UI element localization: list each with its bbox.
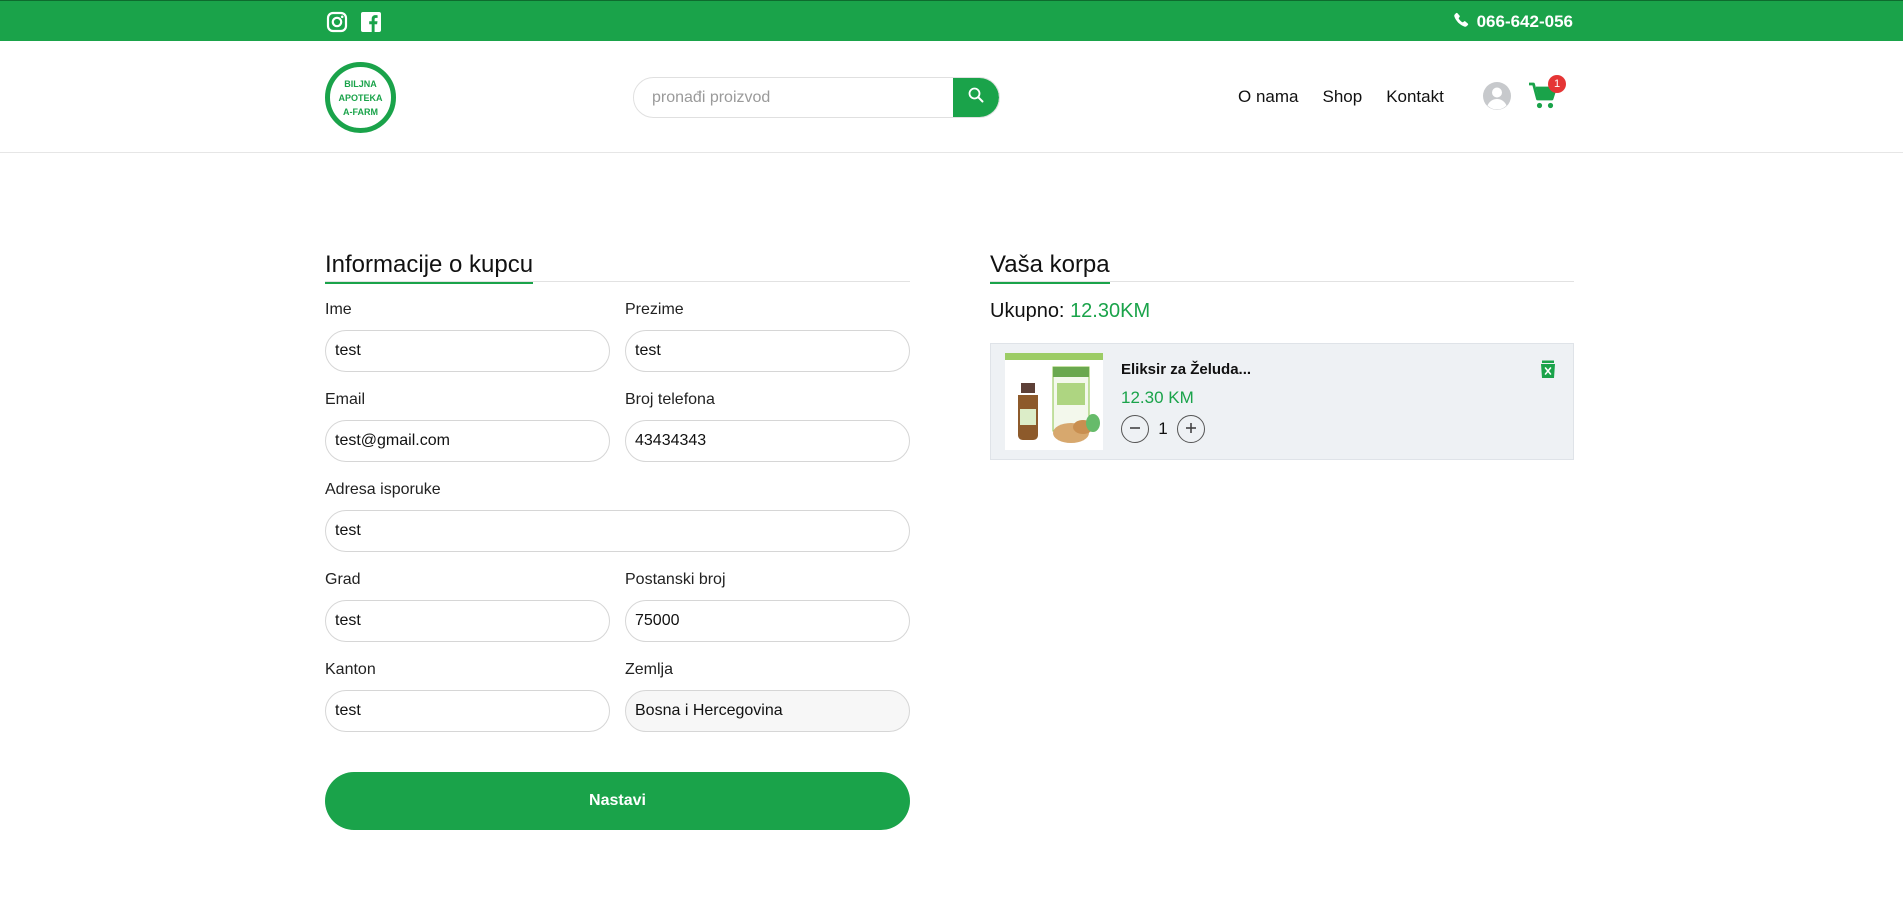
- prezime-field[interactable]: [625, 330, 910, 372]
- social-links: [326, 11, 382, 33]
- adresa-label: Adresa isporuke: [325, 481, 441, 498]
- ime-field[interactable]: [325, 330, 610, 372]
- cart-section-title: Vaša korpa: [990, 251, 1110, 284]
- search-input[interactable]: [634, 78, 954, 117]
- top-bar: 066-642-056: [0, 0, 1903, 41]
- postanski-label: Postanski broj: [625, 571, 726, 588]
- phone-number: 066-642-056: [1476, 12, 1573, 31]
- zemlja-label: Zemlja: [625, 661, 674, 678]
- nastavi-button[interactable]: Nastavi: [325, 772, 910, 830]
- search-button[interactable]: [953, 78, 999, 117]
- logo-line-1: BILJNA: [344, 78, 377, 89]
- nav-shop[interactable]: Shop: [1322, 87, 1362, 107]
- quantity-stepper: 1: [1121, 415, 1205, 443]
- minus-icon: [1128, 419, 1142, 439]
- product-price: 12.30 KM: [1121, 388, 1194, 407]
- zemlja-select[interactable]: Bosna i Hercegovina: [625, 690, 910, 732]
- logo-line-3: A-FARM: [343, 106, 378, 117]
- increase-quantity-button[interactable]: [1177, 415, 1205, 443]
- adresa-field[interactable]: [325, 510, 910, 552]
- ime-label: Ime: [325, 301, 352, 318]
- cart-item: Eliksir za Želuda... 12.30 KM 1: [990, 343, 1574, 460]
- grad-label: Grad: [325, 571, 361, 588]
- cart-count-badge: 1: [1548, 75, 1566, 93]
- site-logo[interactable]: BILJNA APOTEKA A-FARM: [325, 62, 396, 133]
- kanton-field[interactable]: [325, 690, 610, 732]
- cart-total: Ukupno: 12.30KM: [990, 300, 1150, 323]
- nav-o-nama[interactable]: O nama: [1238, 87, 1298, 107]
- logo-line-2: APOTEKA: [338, 92, 383, 103]
- form-title-text: Informacije o kupcu: [325, 251, 534, 284]
- nav-kontakt[interactable]: Kontakt: [1386, 87, 1444, 107]
- form-section-title: Informacije o kupcu: [325, 251, 534, 284]
- prezime-label: Prezime: [625, 301, 684, 318]
- postanski-field[interactable]: [625, 600, 910, 642]
- decrease-quantity-button[interactable]: [1121, 415, 1149, 443]
- phone-icon: [1453, 12, 1469, 32]
- instagram-icon[interactable]: [326, 11, 348, 33]
- kanton-label: Kanton: [325, 661, 376, 678]
- grad-field[interactable]: [325, 600, 610, 642]
- facebook-icon[interactable]: [360, 11, 382, 33]
- remove-item-icon[interactable]: [1539, 360, 1557, 379]
- search-bar: [633, 77, 1000, 118]
- product-name[interactable]: Eliksir za Želuda...: [1121, 361, 1251, 378]
- site-header: BILJNA APOTEKA A-FARM O nama Shop Kontak…: [0, 41, 1903, 153]
- zemlja-selected-value: Bosna i Hercegovina: [635, 702, 783, 719]
- search-icon: [968, 87, 984, 108]
- email-field[interactable]: [325, 420, 610, 462]
- phone-contact[interactable]: 066-642-056: [1453, 12, 1573, 32]
- product-image[interactable]: [1005, 353, 1103, 450]
- email-label: Email: [325, 391, 366, 408]
- plus-icon: [1184, 419, 1198, 439]
- total-label: Ukupno:: [990, 300, 1071, 322]
- quantity-value: 1: [1158, 419, 1168, 438]
- form-title-rule: [325, 281, 910, 282]
- user-account-icon[interactable]: [1482, 81, 1512, 111]
- telefon-label: Broj telefona: [625, 391, 715, 408]
- total-value: 12.30KM: [1070, 300, 1151, 322]
- cart-title-text: Vaša korpa: [990, 251, 1110, 284]
- main-nav: O nama Shop Kontakt: [1238, 87, 1444, 107]
- cart-title-rule: [990, 281, 1574, 282]
- telefon-field[interactable]: [625, 420, 910, 462]
